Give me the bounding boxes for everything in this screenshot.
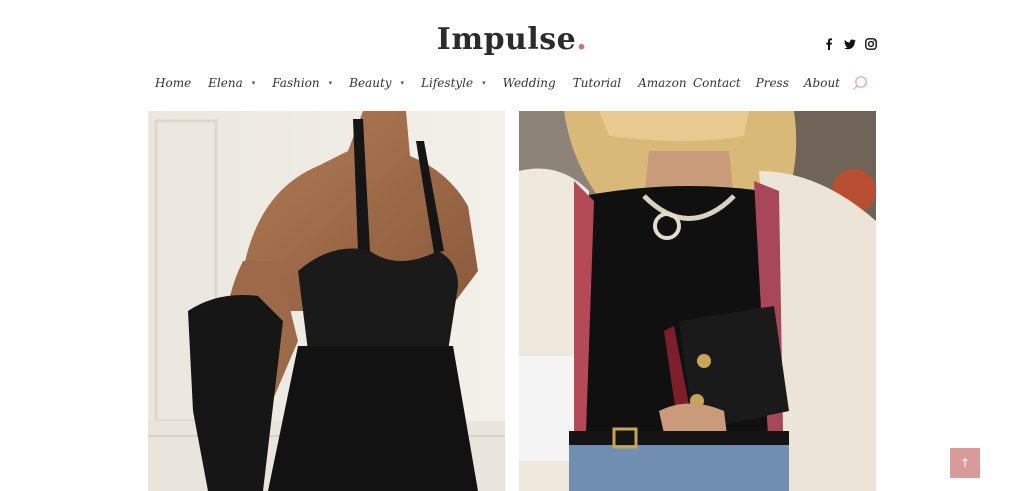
post-image-left[interactable]: [148, 111, 505, 491]
nav-item-press[interactable]: Press: [756, 76, 789, 90]
nav-item-contact[interactable]: Contact: [693, 76, 741, 90]
social-links: [823, 38, 877, 50]
nav-item-lifestyle[interactable]: Lifestyle ▾: [421, 76, 486, 90]
main-nav: Home Elena ▾ Fashion ▾ Beauty ▾ Lifestyle ▾ …: [155, 76, 704, 90]
post-photo: [519, 111, 876, 491]
chevron-down-icon: ▾: [400, 79, 405, 87]
logo-dot: .: [576, 22, 588, 57]
twitter-icon[interactable]: [844, 38, 856, 50]
logo-text: Impulse: [436, 22, 577, 57]
chevron-down-icon: ▾: [251, 79, 256, 87]
nav-item-about[interactable]: About: [804, 76, 840, 90]
nav-item-home[interactable]: Home: [155, 76, 191, 90]
nav-item-wedding[interactable]: Wedding: [503, 76, 556, 90]
chevron-down-icon: ▾: [482, 79, 486, 87]
post-image-right[interactable]: [519, 111, 876, 491]
facebook-icon[interactable]: [823, 38, 835, 50]
nav-item-elena[interactable]: Elena ▾: [208, 76, 255, 90]
post-photo: [148, 111, 505, 491]
nav-item-beauty[interactable]: Beauty ▾: [349, 76, 404, 90]
nav-item-fashion[interactable]: Fashion ▾: [272, 76, 332, 90]
scroll-to-top-button[interactable]: ↑: [950, 448, 980, 478]
nav-item-tutorial[interactable]: Tutorial: [573, 76, 621, 90]
chevron-down-icon: ▾: [328, 79, 333, 87]
instagram-icon[interactable]: [865, 38, 877, 50]
search-icon[interactable]: [852, 75, 868, 91]
secondary-nav: Contact Press About: [678, 76, 840, 90]
